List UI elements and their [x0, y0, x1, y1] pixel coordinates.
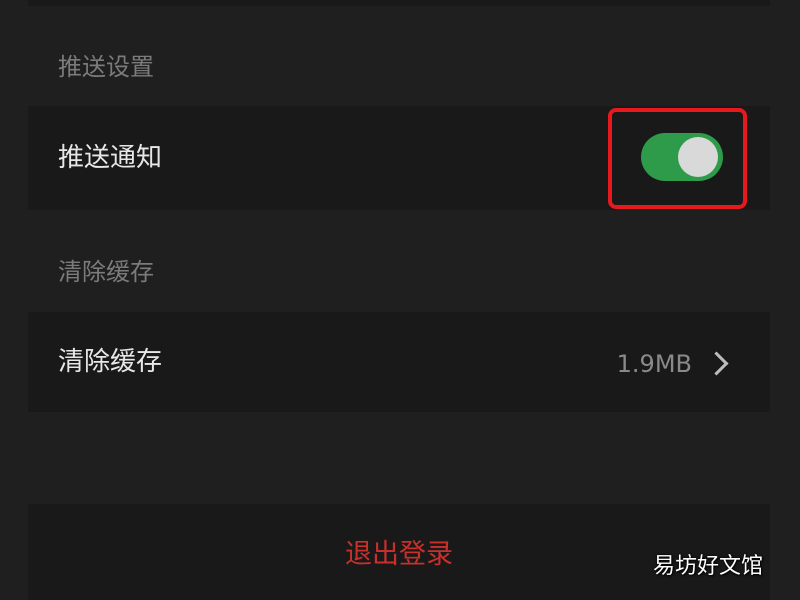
push-settings-section-label: 推送设置 — [58, 53, 154, 81]
clear-cache-label: 清除缓存 — [58, 347, 163, 377]
clear-cache-section-label: 清除缓存 — [58, 258, 154, 286]
cache-size-value: 1.9MB — [616, 350, 692, 378]
chevron-right-icon — [704, 351, 729, 376]
settings-screen: 推送设置 推送通知 清除缓存 清除缓存 1.9MB 退出登录 易坊好文馆 — [0, 0, 800, 600]
push-notification-toggle[interactable] — [641, 133, 723, 181]
toggle-knob — [678, 137, 718, 177]
clear-cache-row[interactable]: 清除缓存 1.9MB — [28, 312, 770, 412]
push-notification-label: 推送通知 — [58, 143, 163, 173]
logout-button[interactable]: 退出登录 — [28, 504, 770, 600]
push-notification-row: 推送通知 — [28, 106, 770, 210]
previous-settings-card — [28, 0, 770, 6]
watermark: 易坊好文馆 — [653, 554, 764, 579]
